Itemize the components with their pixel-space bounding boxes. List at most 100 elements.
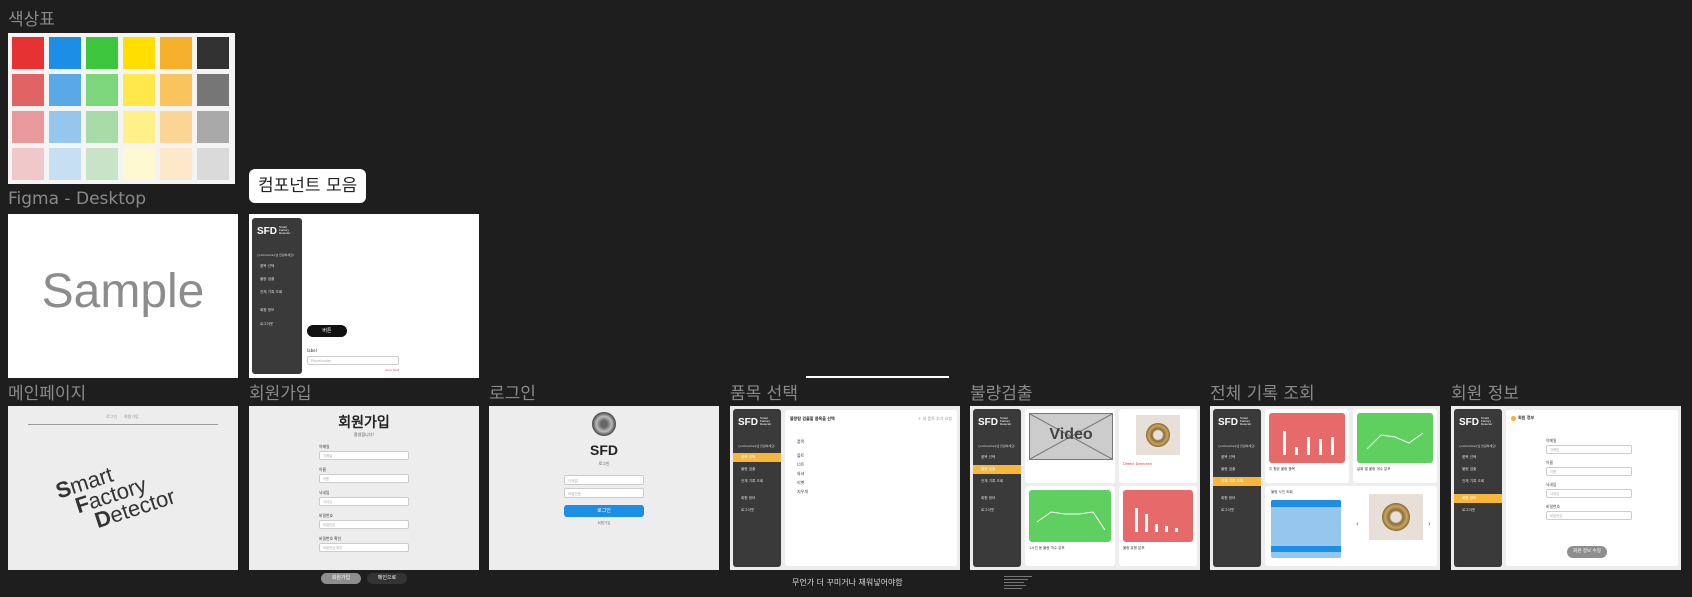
sidebar-item-defect[interactable]: 불량 검출 — [252, 275, 300, 284]
product-note: 무언가 더 꾸미거나 채워넣어야함 — [792, 578, 903, 587]
signup-field-input[interactable]: 비밀번호 확인 — [319, 543, 409, 552]
login-signup-link[interactable]: 회원가입 — [489, 521, 719, 526]
login-logo-icon — [592, 412, 616, 436]
sidebar-item-product[interactable]: 품목 선택 — [1213, 453, 1261, 462]
member-field-input[interactable]: 이름 — [1546, 467, 1632, 476]
member-field-label: 이메일 — [1546, 438, 1557, 443]
next-icon[interactable]: › — [1428, 520, 1431, 528]
signup-field-label: 이메일 — [319, 444, 330, 449]
sidebar-item-product[interactable]: 품목 선택 — [1454, 453, 1502, 462]
sidebar-item-defect[interactable]: 불량 검출 — [973, 465, 1021, 474]
signup-field-input[interactable]: 이메일 — [319, 451, 409, 460]
color-swatch — [160, 74, 192, 106]
sidebar-item-product[interactable]: 품목 선택 — [252, 262, 300, 271]
product-item-washer[interactable]: 와셔 — [797, 471, 804, 477]
component-input[interactable]: Placeholder — [307, 356, 399, 365]
sidebar: SFD Smart Factory Detector {nickname}님 안녕… — [973, 409, 1021, 567]
prev-icon[interactable]: ‹ — [1356, 520, 1359, 528]
login-email-input[interactable]: 이메일 — [564, 475, 644, 485]
member-field-label: 이름 — [1546, 460, 1553, 465]
main-nav-divider — [28, 424, 218, 425]
main-nav-login[interactable]: 로그인 — [106, 414, 117, 420]
color-swatch — [197, 37, 229, 69]
sidebar-item-member[interactable]: 회원 정보 — [1213, 494, 1261, 503]
member-field-label: 닉네임 — [1546, 482, 1557, 487]
product-frame-selection-bar — [806, 376, 949, 378]
hourly-chart-caption: 1시간 동 불량 개수 분포 — [1029, 546, 1065, 550]
sidebar-item-logout[interactable]: 로그아웃 — [1454, 506, 1502, 515]
color-swatch — [12, 37, 44, 69]
member-field-input[interactable]: 비밀번호 — [1546, 511, 1632, 520]
member-submit-button[interactable]: 회원 정보 수정 — [1567, 546, 1607, 558]
defect-status: Defect Detected — [1123, 462, 1152, 466]
main-nav-signup[interactable]: 회원가입 — [124, 414, 139, 420]
sidebar-item-logout[interactable]: 로그아웃 — [973, 506, 1021, 515]
color-swatch — [123, 74, 155, 106]
component-button[interactable]: 버튼 — [307, 325, 347, 337]
sidebar-item-records[interactable]: 전체 기록 조회 — [733, 477, 781, 486]
sidebar-item-defect[interactable]: 불량 검출 — [733, 465, 781, 474]
sidebar-item-logout[interactable]: 로그아웃 — [733, 506, 781, 515]
signup-field-input[interactable]: 이름 — [319, 474, 409, 483]
member-frame[interactable]: SFD Smart Factory Detector {nickname}님 안녕… — [1451, 406, 1681, 570]
frame-title-product[interactable]: 품목 선택 — [730, 379, 798, 404]
product-item-nut[interactable]: 너트 — [797, 462, 804, 468]
main-logo: Smart Factory Detector — [52, 461, 179, 533]
product-item-eraser[interactable]: 지우개 — [797, 489, 808, 495]
sidebar-item-logout[interactable]: 로그아웃 — [252, 320, 300, 329]
frame-title-member[interactable]: 회원 정보 — [1451, 379, 1519, 404]
frame-title-palette[interactable]: 색상표 — [8, 5, 55, 30]
sidebar-item-member[interactable]: 회원 정보 — [973, 494, 1021, 503]
components-frame[interactable]: SFD Smart Factory Detector {nickname}님 안녕… — [249, 214, 479, 378]
sidebar-logo: SFD Smart Factory Detector — [1218, 416, 1252, 429]
member-card: 회원 정보 이메일 이메일 이름 이름 닉네임 닉네임 비밀번호 비밀번호 회원 정보 수정 — [1506, 410, 1678, 566]
member-field-input[interactable]: 이메일 — [1546, 445, 1632, 454]
signup-field-input[interactable]: 닉네임 — [319, 497, 409, 506]
sidebar-item-member[interactable]: 회원 정보 — [252, 306, 300, 315]
palette-frame[interactable] — [8, 33, 235, 184]
sidebar-item-logout[interactable]: 로그아웃 — [1213, 506, 1261, 515]
login-submit-button[interactable]: 로그인 — [564, 505, 644, 517]
type-chart-caption: 불량 유형 분포 — [1123, 546, 1145, 550]
member-field-input[interactable]: 닉네임 — [1546, 489, 1632, 498]
sidebar-user: {nickname}님 안녕하세요! — [1459, 444, 1497, 448]
frame-title-signup[interactable]: 회원가입 — [249, 379, 312, 404]
frame-title-records[interactable]: 전체 기록 조회 — [1210, 379, 1315, 404]
video-placeholder: Video — [1029, 413, 1113, 460]
sidebar-item-member[interactable]: 회원 정보 — [733, 494, 781, 503]
sidebar-item-records[interactable]: 전체 기록 조회 — [252, 288, 300, 297]
product-item-bolt[interactable]: 볼트 — [797, 453, 804, 459]
product-item-rivet[interactable]: 리벳 — [797, 480, 804, 486]
signup-field-input[interactable]: 비밀번호 — [319, 520, 409, 529]
main-page-frame[interactable]: 로그인 회원가입 Smart Factory Detector — [8, 406, 238, 570]
records-frame[interactable]: SFD Smart Factory Detector {nickname}님 안녕… — [1210, 406, 1440, 570]
frame-title-login[interactable]: 로그인 — [489, 379, 536, 404]
product-frame[interactable]: SFD Smart Factory Detector {nickname}님 안녕… — [730, 406, 960, 570]
sidebar-user: {nickname}님 안녕하세요! — [978, 444, 1016, 448]
photo-caption: 불량 사진 조회 — [1271, 490, 1293, 494]
hourly-chart-card: 1시간 동 불량 개수 분포 — [1025, 486, 1115, 566]
color-swatch — [160, 111, 192, 143]
signup-submit-button[interactable]: 회원가입 — [321, 573, 361, 584]
sidebar-item-defect[interactable]: 불량 검출 — [1213, 465, 1261, 474]
frame-title-components[interactable]: 컴포넌트 모음 — [249, 169, 367, 203]
sidebar-item-defect[interactable]: 불량 검출 — [1454, 465, 1502, 474]
frame-title-main[interactable]: 메인페이지 — [8, 379, 86, 404]
sidebar-item-product[interactable]: 품목 선택 — [973, 453, 1021, 462]
color-swatch — [197, 74, 229, 106]
signup-cancel-button[interactable]: 메인으로 — [367, 573, 407, 584]
sidebar-item-records[interactable]: 전체 기록 조회 — [1454, 477, 1502, 486]
signup-frame[interactable]: 회원가입 환영합니다! 이메일 이메일 이름 이름 닉네임 닉네임 비밀번호 비밀번호 비밀번호… — [249, 406, 479, 570]
sidebar-item-records[interactable]: 전체 기록 조회 — [1213, 477, 1261, 486]
login-password-input[interactable]: 비밀번호 — [564, 488, 644, 498]
frame-title-defect[interactable]: 불량검출 — [970, 379, 1033, 404]
add-product-link[interactable]: + 새 품목 추가 요청 — [918, 416, 952, 422]
frame-title-desktop[interactable]: Figma - Desktop — [8, 189, 146, 209]
login-frame[interactable]: SFD 로그인 이메일 비밀번호 로그인 회원가입 — [489, 406, 719, 570]
sidebar-item-product[interactable]: 품목 선택 — [733, 453, 781, 462]
defect-frame[interactable]: SFD Smart Factory Detector {nickname}님 안녕… — [970, 406, 1200, 570]
desktop-frame[interactable]: Sample — [8, 214, 238, 378]
sidebar-item-member[interactable]: 회원 정보 — [1454, 494, 1502, 503]
sidebar-item-records[interactable]: 전체 기록 조회 — [973, 477, 1021, 486]
color-swatch — [49, 148, 81, 180]
